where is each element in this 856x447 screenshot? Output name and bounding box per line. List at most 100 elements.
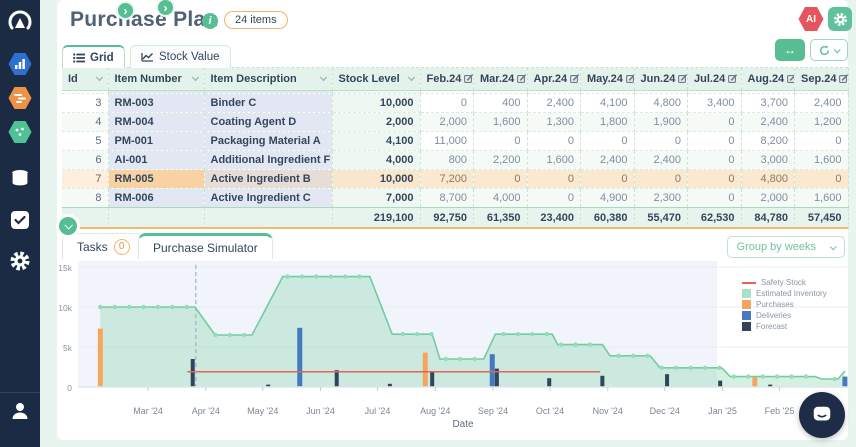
expand-panel-button[interactable]: ›: [116, 1, 135, 20]
group-by-select[interactable]: Group by weeks: [726, 236, 845, 258]
cell-month-value[interactable]: 2,400: [580, 150, 635, 170]
cell-month-value[interactable]: 0: [473, 169, 528, 189]
cell-month-value[interactable]: 2,300: [634, 188, 688, 208]
tasks-check-icon[interactable]: [0, 210, 40, 230]
cell-month-value[interactable]: 0: [527, 188, 581, 208]
cell-item-description[interactable]: Binder C: [204, 93, 333, 113]
expand-columns-button[interactable]: ↔: [775, 39, 805, 61]
chat-launcher-button[interactable]: [799, 392, 845, 438]
month-column-header[interactable]: Jul.24: [687, 68, 742, 91]
cell-month-value[interactable]: 3,000: [741, 150, 795, 170]
cell-month-value[interactable]: 4,100: [580, 93, 635, 113]
settings-gear-icon[interactable]: [0, 250, 40, 272]
legend-item[interactable]: Safety Stock: [742, 277, 827, 288]
cell-month-value[interactable]: 1,600: [794, 188, 849, 208]
cell-id[interactable]: 8: [62, 188, 109, 208]
column-header[interactable]: Item Number: [108, 68, 205, 91]
cell-stock-level[interactable]: 4,100: [332, 131, 421, 151]
simulator-hexagon-icon[interactable]: [0, 120, 40, 144]
month-column-header[interactable]: Feb.24: [420, 68, 474, 91]
month-column-header[interactable]: Mar.24: [473, 68, 528, 91]
cell-item-number[interactable]: PM-001: [108, 131, 205, 151]
cell-month-value[interactable]: 1,600: [473, 112, 528, 132]
cell-month-value[interactable]: 2,400: [794, 93, 849, 113]
database-icon[interactable]: [0, 168, 40, 190]
cell-month-value[interactable]: 4,900: [580, 188, 635, 208]
cell-month-value[interactable]: 1,600: [794, 150, 849, 170]
cell-item-description[interactable]: Packaging Material A: [204, 131, 333, 151]
collapse-section-button[interactable]: [56, 214, 80, 238]
column-header[interactable]: Stock Level: [332, 68, 421, 91]
cell-month-value[interactable]: 4,000: [473, 188, 528, 208]
cell-month-value[interactable]: 0: [687, 112, 742, 132]
legend-item[interactable]: Forecast: [742, 321, 827, 332]
cell-item-number[interactable]: RM-003: [108, 93, 205, 113]
cell-month-value[interactable]: 0: [794, 169, 849, 189]
purchase-simulator-chart[interactable]: [78, 261, 848, 393]
cell-month-value[interactable]: 7,200: [420, 169, 474, 189]
cell-month-value[interactable]: 8,700: [420, 188, 474, 208]
cell-month-value[interactable]: 0: [634, 131, 688, 151]
cell-month-value[interactable]: 0: [687, 150, 742, 170]
tab-purchase-simulator[interactable]: Purchase Simulator: [138, 233, 273, 259]
column-header[interactable]: Id: [62, 68, 109, 91]
cell-item-number[interactable]: RM-005: [108, 169, 205, 189]
cell-month-value[interactable]: 3,700: [741, 93, 795, 113]
cell-stock-level[interactable]: 10,000: [332, 169, 421, 189]
cell-month-value[interactable]: 11,000: [420, 131, 474, 151]
cell-month-value[interactable]: 1,300: [527, 112, 581, 132]
month-column-header[interactable]: May.24: [580, 68, 635, 91]
cell-item-description[interactable]: Active Ingredient B: [204, 169, 333, 189]
cell-month-value[interactable]: 1,600: [527, 150, 581, 170]
cell-id[interactable]: 3: [62, 93, 109, 113]
info-icon[interactable]: i: [202, 13, 218, 29]
cell-stock-level[interactable]: 7,000: [332, 188, 421, 208]
cell-month-value[interactable]: 1,900: [634, 112, 688, 132]
cell-month-value[interactable]: 0: [580, 169, 635, 189]
column-header[interactable]: Item Description: [204, 68, 333, 91]
cell-month-value[interactable]: 0: [687, 188, 742, 208]
cell-month-value[interactable]: 0: [687, 131, 742, 151]
refresh-button[interactable]: [810, 39, 848, 61]
cell-month-value[interactable]: 0: [687, 169, 742, 189]
cell-month-value[interactable]: 0: [794, 131, 849, 151]
cell-month-value[interactable]: 4,800: [741, 169, 795, 189]
cell-month-value[interactable]: 800: [420, 150, 474, 170]
settings-button[interactable]: [828, 7, 852, 31]
cell-id[interactable]: 5: [62, 131, 109, 151]
month-column-header[interactable]: Sep.24: [794, 68, 849, 91]
cell-item-description[interactable]: Coating Agent D: [204, 112, 333, 132]
cell-item-description[interactable]: Additional Ingredient F: [204, 150, 333, 170]
cell-stock-level[interactable]: 2,000: [332, 112, 421, 132]
planner-hexagon-icon[interactable]: [0, 86, 40, 110]
cell-month-value[interactable]: 0: [473, 131, 528, 151]
cell-month-value[interactable]: 2,400: [527, 93, 581, 113]
tab-grid[interactable]: Grid: [62, 45, 125, 68]
cell-month-value[interactable]: 0: [527, 169, 581, 189]
analytics-hexagon-icon[interactable]: [0, 52, 40, 76]
cell-stock-level[interactable]: 4,000: [332, 150, 421, 170]
cell-item-description[interactable]: Active Ingredient C: [204, 188, 333, 208]
cell-item-number[interactable]: AI-001: [108, 150, 205, 170]
cell-month-value[interactable]: 8,200: [741, 131, 795, 151]
cell-month-value[interactable]: 0: [634, 169, 688, 189]
cell-stock-level[interactable]: 10,000: [332, 93, 421, 113]
cell-month-value[interactable]: 1,200: [794, 112, 849, 132]
cell-month-value[interactable]: 0: [420, 93, 474, 113]
month-column-header[interactable]: Apr.24: [527, 68, 581, 91]
cell-month-value[interactable]: 0: [527, 131, 581, 151]
app-logo-icon[interactable]: [0, 8, 40, 34]
cell-month-value[interactable]: 400: [473, 93, 528, 113]
cell-month-value[interactable]: 2,000: [741, 188, 795, 208]
legend-item[interactable]: Estimated Inventory: [742, 288, 827, 299]
cell-month-value[interactable]: 0: [580, 131, 635, 151]
cell-item-number[interactable]: RM-004: [108, 112, 205, 132]
cell-month-value[interactable]: 4,800: [634, 93, 688, 113]
month-column-header[interactable]: Aug.24: [741, 68, 795, 91]
tab-stock-value[interactable]: Stock Value: [130, 45, 231, 68]
cell-month-value[interactable]: 1,800: [580, 112, 635, 132]
cell-month-value[interactable]: 2,000: [420, 112, 474, 132]
cell-month-value[interactable]: 2,200: [473, 150, 528, 170]
cell-id[interactable]: 7: [62, 169, 109, 189]
cell-item-number[interactable]: RM-006: [108, 188, 205, 208]
